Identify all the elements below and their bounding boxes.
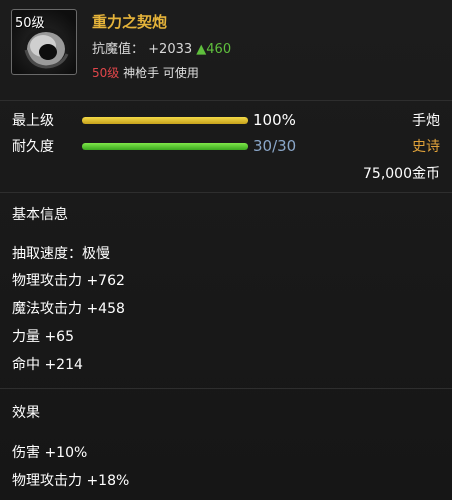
resist-label: 抗魔值： <box>92 42 145 57</box>
attr-line: 力量 +65 <box>12 329 74 345</box>
attr-line: 命中 +214 <box>12 357 83 373</box>
effect-line: 物理攻击力 +18% <box>12 473 130 489</box>
item-tooltip: 50级 重力之契炮 抗魔值： +2033 ▲460 50级 神枪手 可使用 最上… <box>0 0 452 500</box>
item-price: 75,000金币 <box>363 166 440 182</box>
divider <box>0 100 452 101</box>
item-icon-slot[interactable]: 50级 <box>11 9 77 75</box>
attr-line: 抽取速度：极慢 <box>12 246 110 262</box>
durability-bar-fill <box>82 143 248 150</box>
divider <box>0 192 452 193</box>
item-type: 手炮 <box>412 113 440 129</box>
required-class: 神枪手 可使用 <box>119 66 199 80</box>
requirement-line: 50级 神枪手 可使用 <box>92 64 199 81</box>
resist-line: 抗魔值： +2033 ▲460 <box>92 38 231 57</box>
max-level-bar <box>82 117 248 124</box>
effects-title: 效果 <box>12 405 40 421</box>
divider <box>0 388 452 389</box>
durability-bar <box>82 143 248 150</box>
attr-line: 物理攻击力 +762 <box>12 273 125 289</box>
durability-value: 30/30 <box>253 137 297 155</box>
max-level-label: 最上级 <box>12 113 54 129</box>
required-level: 50级 <box>92 66 120 80</box>
hand-cannon-icon <box>23 28 69 70</box>
attr-line: 魔法攻击力 +458 <box>12 301 125 317</box>
effect-line: 伤害 +10% <box>12 445 88 461</box>
max-level-value: 100% <box>253 111 296 129</box>
resist-increase: ▲460 <box>196 42 232 57</box>
item-name: 重力之契炮 <box>92 13 168 31</box>
max-level-bar-fill <box>82 117 248 124</box>
durability-label: 耐久度 <box>12 139 54 155</box>
basic-info-title: 基本信息 <box>12 207 68 223</box>
item-rarity: 史诗 <box>412 139 440 155</box>
resist-value: +2033 <box>148 42 193 57</box>
